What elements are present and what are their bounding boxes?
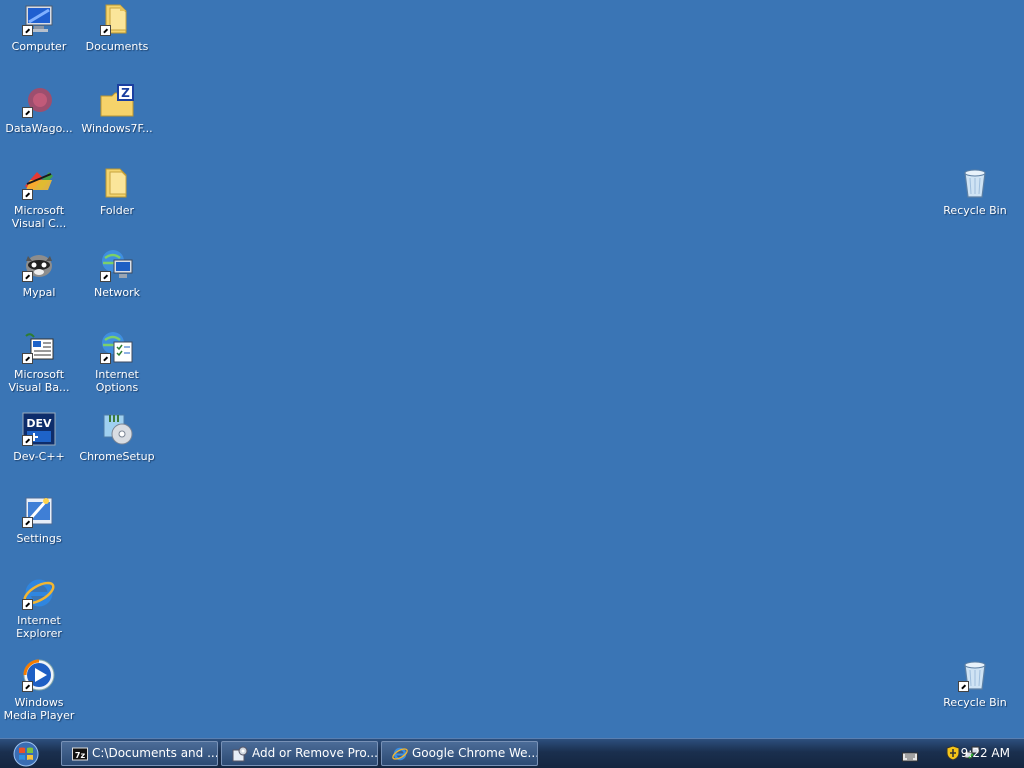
- red-blob-icon: [22, 84, 56, 118]
- taskbar-button-documents-7zip[interactable]: 7z C:\Documents and ...: [61, 741, 218, 766]
- desktop-icon-label: Dev-C++: [13, 450, 65, 463]
- media-player-icon: [22, 658, 56, 692]
- svg-text:DEV: DEV: [26, 417, 52, 430]
- desktop-icon-chromesetup[interactable]: ChromeSetup: [78, 412, 156, 463]
- visual-studio-icon: [22, 166, 56, 200]
- desktop-icon-label: Mypal: [22, 286, 56, 299]
- recycle-bin-icon: [958, 166, 992, 200]
- taskbar: 7z C:\Documents and ... Add or Remove Pr…: [0, 738, 1024, 768]
- ie-icon: [22, 576, 56, 610]
- start-button[interactable]: [6, 740, 46, 768]
- desktop-icon-label: Settings: [16, 532, 62, 545]
- desktop-icon-datawagon[interactable]: DataWago...: [0, 84, 78, 135]
- taskbar-button-label: C:\Documents and ...: [92, 746, 218, 760]
- windows-logo-icon: [13, 741, 39, 767]
- zip-folder-icon: Z: [100, 84, 134, 118]
- ie-icon: [392, 746, 408, 762]
- dev-cpp-icon: DEV: [22, 412, 56, 446]
- desktop-icon-internet-explorer[interactable]: Internet Explorer: [0, 576, 78, 640]
- desktop-icon-label: Internet Options: [95, 368, 139, 394]
- recycle-bin-icon: [958, 658, 992, 692]
- desktop-icon-label: ChromeSetup: [79, 450, 155, 463]
- raccoon-icon: [22, 248, 56, 282]
- folder-icon: [100, 2, 134, 36]
- visual-basic-icon: [22, 330, 56, 364]
- desktop-icon-label: DataWago...: [5, 122, 73, 135]
- settings-icon: [22, 494, 56, 528]
- desktop-icon-windows7f[interactable]: Z Windows7F...: [78, 84, 156, 135]
- system-tray: 9:22 AM: [874, 740, 1024, 767]
- desktop: Computer DataWago... Microsoft Visual C.…: [0, 0, 1024, 738]
- taskbar-button-label: Google Chrome We...: [412, 746, 538, 760]
- security-shield-icon[interactable]: [946, 745, 960, 765]
- folder-icon: [100, 166, 134, 200]
- desktop-icon-label: Recycle Bin: [943, 696, 1007, 709]
- desktop-icon-computer[interactable]: Computer: [0, 2, 78, 53]
- desktop-icon-folder[interactable]: Folder: [78, 166, 156, 217]
- taskbar-button-google-chrome[interactable]: Google Chrome We...: [381, 741, 538, 766]
- svg-text:7z: 7z: [75, 751, 86, 760]
- desktop-icon-label: Internet Explorer: [16, 614, 62, 640]
- keyboard-icon[interactable]: [902, 748, 918, 767]
- installer-icon: [100, 412, 134, 446]
- internet-options-icon: [100, 330, 134, 364]
- desktop-icon-label: Microsoft Visual C...: [11, 204, 67, 230]
- desktop-icon-internet-options[interactable]: Internet Options: [78, 330, 156, 394]
- desktop-icon-label: Documents: [85, 40, 149, 53]
- 7zip-icon: 7z: [72, 746, 88, 762]
- desktop-icon-label: Recycle Bin: [943, 204, 1007, 217]
- desktop-icon-label: Folder: [100, 204, 134, 217]
- desktop-icon-recycle-bin[interactable]: Recycle Bin: [936, 166, 1014, 217]
- desktop-icon-label: Microsoft Visual Ba...: [8, 368, 70, 394]
- desktop-icon-documents[interactable]: Documents: [78, 2, 156, 53]
- desktop-icon-label: Computer: [11, 40, 67, 53]
- desktop-icon-windows-media-player[interactable]: Windows Media Player: [0, 658, 78, 722]
- svg-text:Z: Z: [121, 86, 130, 100]
- desktop-icon-mypal[interactable]: Mypal: [0, 248, 78, 299]
- desktop-icon-dev-cpp[interactable]: DEV Dev-C++: [0, 412, 78, 463]
- desktop-icon-microsoft-visual-basic[interactable]: Microsoft Visual Ba...: [0, 330, 78, 394]
- clock[interactable]: 9:22 AM: [961, 746, 1010, 760]
- desktop-icon-recycle-bin-shortcut[interactable]: Recycle Bin: [936, 658, 1014, 709]
- network-icon: [100, 248, 134, 282]
- desktop-icon-label: Network: [94, 286, 140, 299]
- monitor-icon: [22, 2, 56, 36]
- desktop-icon-label: Windows7F...: [81, 122, 153, 135]
- desktop-icon-network[interactable]: Network: [78, 248, 156, 299]
- desktop-icon-settings[interactable]: Settings: [0, 494, 78, 545]
- desktop-icon-label: Windows Media Player: [3, 696, 75, 722]
- taskbar-button-add-remove-programs[interactable]: Add or Remove Pro...: [221, 741, 378, 766]
- add-remove-programs-icon: [232, 746, 248, 762]
- desktop-icon-microsoft-visual-c[interactable]: Microsoft Visual C...: [0, 166, 78, 230]
- taskbar-button-label: Add or Remove Pro...: [252, 746, 378, 760]
